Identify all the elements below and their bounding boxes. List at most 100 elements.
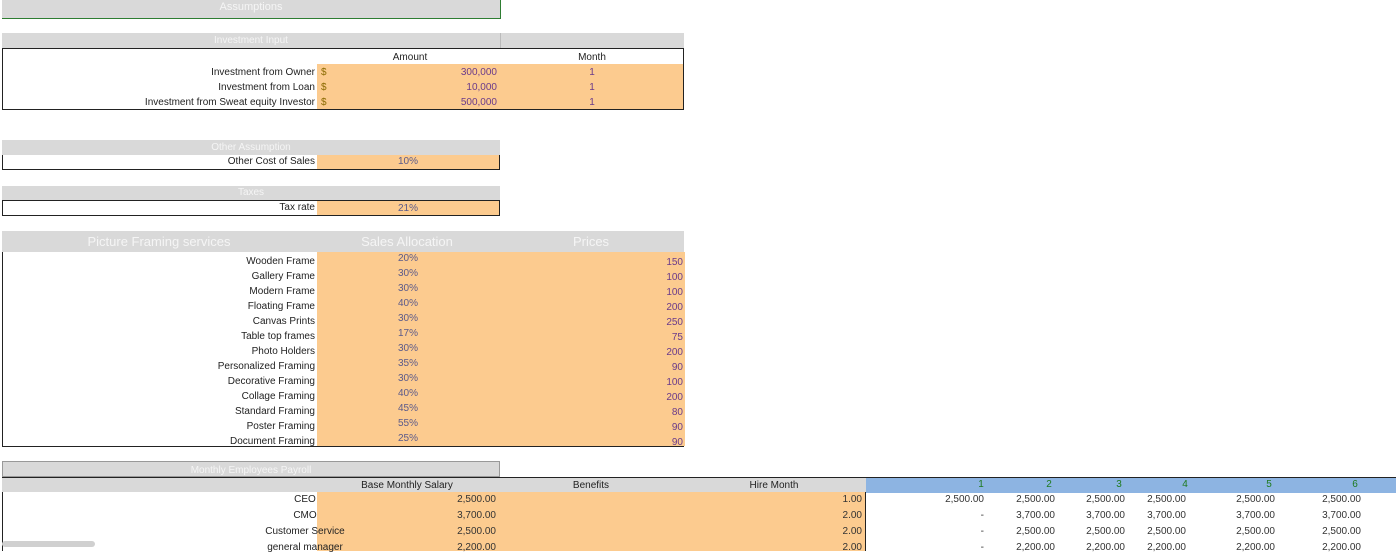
investment-loan-amount[interactable]: 10,000 (339, 80, 501, 95)
investment-owner-amount[interactable]: 300,000 (339, 65, 501, 80)
payroll-hire-month[interactable]: 1.00 (682, 492, 866, 508)
investment-loan-label: Investment from Loan (218, 82, 315, 93)
payroll-month-value: 2,200.00 (1147, 542, 1186, 553)
service-name: Personalized Framing (217, 361, 315, 372)
horizontal-scrollbar[interactable] (2, 541, 95, 547)
other-assumption-box: Other Cost of Sales 10% (2, 155, 500, 170)
payroll-salary[interactable]: 2,500.00 (318, 524, 500, 540)
service-allocation[interactable]: 40% (317, 296, 499, 311)
payroll-col-benefits: Benefits (572, 480, 610, 491)
payroll-hire-month[interactable]: 2.00 (682, 508, 866, 524)
service-price[interactable]: 150 (499, 255, 685, 270)
investment-loan-month[interactable]: 1 (501, 80, 683, 95)
service-price[interactable]: 80 (499, 405, 685, 420)
payroll-month-value: 3,700.00 (1147, 510, 1186, 521)
service-name: Gallery Frame (251, 271, 315, 282)
other-cost-value[interactable]: 10% (317, 155, 499, 169)
service-price[interactable]: 90 (499, 435, 685, 450)
payroll-month-value: 2,500.00 (1016, 526, 1055, 537)
payroll-hire-month[interactable]: 2.00 (682, 524, 866, 540)
payroll-month-header: 2 (1046, 479, 1052, 490)
services-col-name: Picture Framing services (87, 234, 231, 249)
payroll-month-value: 2,500.00 (1322, 494, 1361, 505)
payroll-month-value: 2,200.00 (1236, 542, 1275, 553)
payroll-title: Monthly Employees Payroll (2, 461, 500, 477)
payroll-month-value: 3,700.00 (1322, 510, 1361, 521)
tax-rate-value[interactable]: 21% (317, 201, 499, 215)
investment-sweat-amount[interactable]: 500,000 (339, 95, 501, 110)
payroll-month-value: 2,500.00 (1236, 494, 1275, 505)
payroll-hire-month[interactable]: 2.00 (682, 540, 866, 556)
service-allocation[interactable]: 45% (317, 401, 499, 416)
service-price[interactable]: 100 (499, 375, 685, 390)
service-price[interactable]: 90 (499, 420, 685, 435)
service-name: Wooden Frame (246, 256, 315, 267)
payroll-month-value: 2,500.00 (1147, 526, 1186, 537)
payroll-month-header: 1 (978, 479, 984, 490)
investment-header-ext (500, 33, 684, 48)
service-name: Decorative Framing (227, 376, 315, 387)
investment-owner-currency: $ (321, 67, 327, 78)
payroll-month-value: 2,500.00 (945, 494, 984, 505)
service-allocation[interactable]: 30% (317, 281, 499, 296)
service-name: Photo Holders (251, 346, 315, 357)
investment-sweat-label: Investment from Sweat equity Investor (144, 97, 315, 108)
payroll-month-value: 2,500.00 (1016, 494, 1055, 505)
payroll-month-value: 2,200.00 (1016, 542, 1055, 553)
service-price[interactable]: 100 (499, 270, 685, 285)
payroll-month-value: - (980, 542, 984, 553)
service-price[interactable]: 75 (499, 330, 685, 345)
service-price[interactable]: 200 (499, 300, 685, 315)
service-price[interactable]: 200 (499, 345, 685, 360)
payroll-month-value: 2,500.00 (1236, 526, 1275, 537)
service-allocation[interactable]: 17% (317, 326, 499, 341)
payroll-salary[interactable]: 3,700.00 (318, 508, 500, 524)
service-allocation[interactable]: 30% (317, 341, 499, 356)
service-price[interactable]: 200 (499, 390, 685, 405)
service-allocation[interactable]: 25% (317, 431, 499, 446)
payroll-month-header: 3 (1116, 479, 1122, 490)
investment-loan-currency: $ (321, 82, 327, 93)
payroll-month-value: 2,500.00 (1147, 494, 1186, 505)
payroll-month-value: 3,700.00 (1236, 510, 1275, 521)
payroll-month-value: - (980, 526, 984, 537)
service-name: Document Framing (229, 436, 315, 447)
other-assumption-header: Other Assumption (2, 140, 500, 155)
services-table: Wooden Frame 20% 150 Gallery Frame 30% 100 Mod… (2, 251, 685, 450)
assumptions-title: Assumptions (2, 0, 501, 19)
payroll-month-value: 2,500.00 (1322, 526, 1361, 537)
investment-sweat-month[interactable]: 1 (501, 95, 683, 110)
services-col-alloc: Sales Allocation (361, 234, 453, 249)
col-amount-header: Amount (392, 52, 428, 63)
other-cost-label: Other Cost of Sales (227, 156, 315, 167)
service-allocation[interactable]: 20% (317, 251, 499, 266)
service-allocation[interactable]: 40% (317, 386, 499, 401)
service-name: Canvas Prints (252, 316, 315, 327)
investment-owner-month[interactable]: 1 (501, 65, 683, 80)
service-allocation[interactable]: 30% (317, 311, 499, 326)
service-name: Table top frames (241, 331, 315, 342)
service-price[interactable]: 100 (499, 285, 685, 300)
services-header: Picture Framing services Sales Allocatio… (2, 231, 684, 252)
service-name: Floating Frame (247, 301, 315, 312)
payroll-salary[interactable]: 2,200.00 (318, 540, 500, 556)
taxes-header: Taxes (2, 186, 500, 200)
payroll-salary[interactable]: 2,500.00 (318, 492, 500, 508)
taxes-box: Tax rate 21% (2, 200, 500, 216)
payroll-month-header: 6 (1352, 479, 1358, 490)
investment-sweat-currency: $ (321, 97, 327, 108)
service-price[interactable]: 90 (499, 360, 685, 375)
service-price[interactable]: 250 (499, 315, 685, 330)
service-allocation[interactable]: 30% (317, 371, 499, 386)
payroll-col-salary: Base Monthly Salary (361, 480, 453, 491)
service-name: Collage Framing (241, 391, 315, 402)
service-name: Standard Framing (234, 406, 315, 417)
services-col-price: Prices (572, 234, 610, 249)
service-allocation[interactable]: 35% (317, 356, 499, 371)
payroll-month-header: 4 (1182, 479, 1188, 490)
investment-owner-label: Investment from Owner (211, 67, 315, 78)
service-allocation[interactable]: 30% (317, 266, 499, 281)
payroll-month-header: 5 (1266, 479, 1272, 490)
service-allocation[interactable]: 55% (317, 416, 499, 431)
payroll-month-value: 2,200.00 (1322, 542, 1361, 553)
